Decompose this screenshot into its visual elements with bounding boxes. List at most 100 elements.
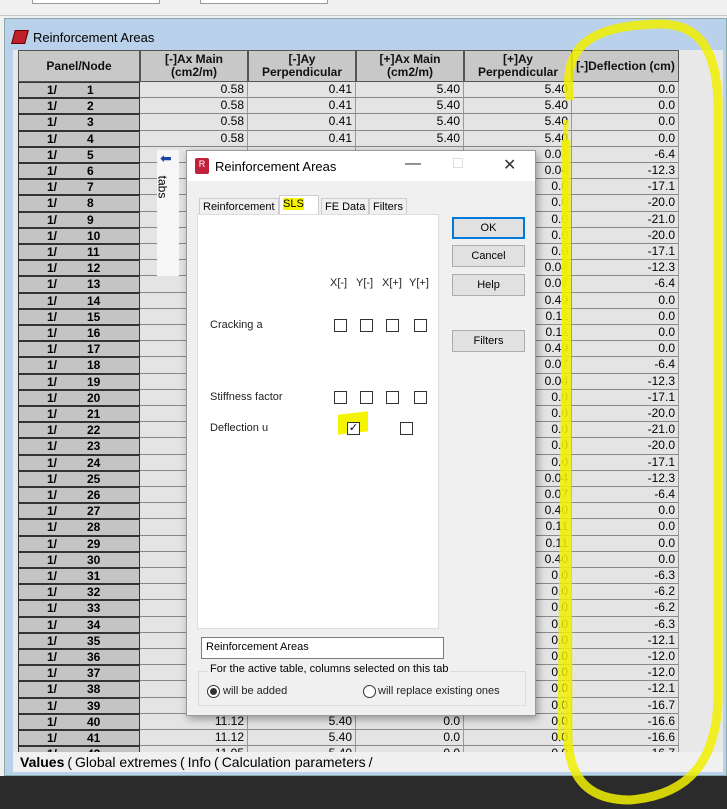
- row-header[interactable]: 1/23: [18, 438, 140, 455]
- table-row[interactable]: 1/1 0.58 0.41 5.40 5.40 0.0: [13, 82, 679, 99]
- table-row[interactable]: 1/3 0.58 0.41 5.40 5.40 0.0: [13, 114, 679, 131]
- arrow-left-icon[interactable]: ⬅: [160, 150, 172, 167]
- ay-plus-cell[interactable]: 0.0: [464, 713, 572, 730]
- toolbar-field[interactable]: [32, 0, 160, 4]
- deflection-cell[interactable]: -6.3: [572, 568, 679, 585]
- ay-minus-cell[interactable]: 0.41: [248, 114, 356, 131]
- header-ax-minus[interactable]: [-]Ax Main (cm2/m): [140, 50, 248, 82]
- filters-button[interactable]: Filters: [452, 330, 525, 352]
- deflection-cell[interactable]: -21.0: [572, 422, 679, 439]
- deflection-cell[interactable]: -17.1: [572, 244, 679, 261]
- row-header[interactable]: 1/27: [18, 503, 140, 520]
- table-row[interactable]: 1/4 0.58 0.41 5.40 5.40 0.0: [13, 130, 679, 147]
- stiffness-y-plus-checkbox[interactable]: [414, 391, 427, 404]
- table-row[interactable]: 1/40 11.12 5.40 0.0 0.0 -16.6: [13, 713, 679, 730]
- deflection-cell[interactable]: -17.1: [572, 454, 679, 471]
- deflection-cell[interactable]: -17.1: [572, 389, 679, 406]
- ax-plus-cell[interactable]: 0.0: [356, 730, 464, 747]
- cracking-x-minus-checkbox[interactable]: [334, 319, 347, 332]
- row-header[interactable]: 1/9: [18, 211, 140, 228]
- deflection-cell[interactable]: -6.4: [572, 276, 679, 293]
- deflection-cell[interactable]: -6.3: [572, 616, 679, 633]
- row-header[interactable]: 1/29: [18, 535, 140, 552]
- cancel-button[interactable]: Cancel: [452, 245, 525, 267]
- deflection-cell[interactable]: -12.3: [572, 163, 679, 180]
- row-header[interactable]: 1/10: [18, 227, 140, 244]
- tab-fe-data[interactable]: FE Data: [321, 198, 370, 215]
- row-header[interactable]: 1/39: [18, 697, 140, 714]
- ay-minus-cell[interactable]: 5.40: [248, 713, 356, 730]
- row-header[interactable]: 1/20: [18, 389, 140, 406]
- cracking-y-minus-checkbox[interactable]: [360, 319, 373, 332]
- row-header[interactable]: 1/7: [18, 179, 140, 196]
- deflection-cell[interactable]: -12.3: [572, 260, 679, 277]
- ax-plus-cell[interactable]: 5.40: [356, 130, 464, 147]
- row-header[interactable]: 1/13: [18, 276, 140, 293]
- header-ax-plus[interactable]: [+]Ax Main (cm2/m): [356, 50, 464, 82]
- ax-minus-cell[interactable]: 0.58: [140, 98, 248, 115]
- deflection-cell[interactable]: -12.0: [572, 665, 679, 682]
- row-header[interactable]: 1/8: [18, 195, 140, 212]
- deflection-cell[interactable]: -12.1: [572, 632, 679, 649]
- stiffness-x-minus-checkbox[interactable]: [334, 391, 347, 404]
- row-header[interactable]: 1/31: [18, 568, 140, 585]
- row-header[interactable]: 1/14: [18, 292, 140, 309]
- tab-calculation-parameters[interactable]: Calculation parameters: [219, 754, 369, 770]
- ay-plus-cell[interactable]: 5.40: [464, 98, 572, 115]
- deflection-cell[interactable]: -16.6: [572, 713, 679, 730]
- row-header[interactable]: 1/6: [18, 163, 140, 180]
- ay-minus-cell[interactable]: 0.41: [248, 130, 356, 147]
- row-header[interactable]: 1/17: [18, 341, 140, 358]
- row-header[interactable]: 1/18: [18, 357, 140, 374]
- deflection-cell[interactable]: 0.0: [572, 503, 679, 520]
- row-header[interactable]: 1/38: [18, 681, 140, 698]
- deflection-y-checkbox[interactable]: [400, 422, 413, 435]
- help-button[interactable]: Help: [452, 274, 525, 296]
- deflection-cell[interactable]: -20.0: [572, 438, 679, 455]
- row-header[interactable]: 1/4: [18, 130, 140, 147]
- toolbar-field[interactable]: [200, 0, 328, 4]
- deflection-cell[interactable]: -20.0: [572, 406, 679, 423]
- table-name-input[interactable]: Reinforcement Areas: [201, 637, 444, 659]
- cracking-y-plus-checkbox[interactable]: [414, 319, 427, 332]
- ok-button[interactable]: OK: [452, 217, 525, 239]
- stiffness-x-plus-checkbox[interactable]: [386, 391, 399, 404]
- row-header[interactable]: 1/37: [18, 665, 140, 682]
- deflection-cell[interactable]: -6.4: [572, 357, 679, 374]
- row-header[interactable]: 1/2: [18, 98, 140, 115]
- tab-sls[interactable]: SLS: [279, 195, 319, 215]
- deflection-cell[interactable]: 0.0: [572, 98, 679, 115]
- will-replace-radio[interactable]: [363, 685, 376, 698]
- tabs-side-panel[interactable]: ⬅ tabs: [155, 150, 179, 276]
- deflection-cell[interactable]: 0.0: [572, 292, 679, 309]
- header-deflection[interactable]: [-]Deflection (cm): [572, 50, 679, 82]
- ax-minus-cell[interactable]: 0.58: [140, 82, 248, 99]
- will-be-added-radio[interactable]: [207, 685, 220, 698]
- deflection-cell[interactable]: -12.0: [572, 649, 679, 666]
- ax-minus-cell[interactable]: 0.58: [140, 130, 248, 147]
- row-header[interactable]: 1/12: [18, 260, 140, 277]
- table-row[interactable]: 1/41 11.12 5.40 0.0 0.0 -16.6: [13, 730, 679, 747]
- deflection-cell[interactable]: 0.0: [572, 341, 679, 358]
- deflection-cell[interactable]: -20.0: [572, 195, 679, 212]
- ax-plus-cell[interactable]: 5.40: [356, 98, 464, 115]
- ay-plus-cell[interactable]: 5.40: [464, 114, 572, 131]
- row-header[interactable]: 1/35: [18, 632, 140, 649]
- ay-minus-cell[interactable]: 0.41: [248, 98, 356, 115]
- row-header[interactable]: 1/15: [18, 308, 140, 325]
- ay-minus-cell[interactable]: 0.41: [248, 82, 356, 99]
- tab-global-extremes[interactable]: Global extremes: [72, 754, 180, 770]
- row-header[interactable]: 1/34: [18, 616, 140, 633]
- deflection-cell[interactable]: -12.1: [572, 681, 679, 698]
- deflection-cell[interactable]: 0.0: [572, 308, 679, 325]
- ax-minus-cell[interactable]: 11.12: [140, 730, 248, 747]
- tab-values[interactable]: Values: [17, 754, 67, 770]
- header-ay-plus[interactable]: [+]Ay Perpendicular: [464, 50, 572, 82]
- close-icon[interactable]: ✕: [503, 155, 516, 175]
- deflection-cell[interactable]: -12.3: [572, 373, 679, 390]
- deflection-cell[interactable]: -16.7: [572, 697, 679, 714]
- row-header[interactable]: 1/21: [18, 406, 140, 423]
- stiffness-y-minus-checkbox[interactable]: [360, 391, 373, 404]
- ay-plus-cell[interactable]: 5.40: [464, 82, 572, 99]
- row-header[interactable]: 1/5: [18, 146, 140, 163]
